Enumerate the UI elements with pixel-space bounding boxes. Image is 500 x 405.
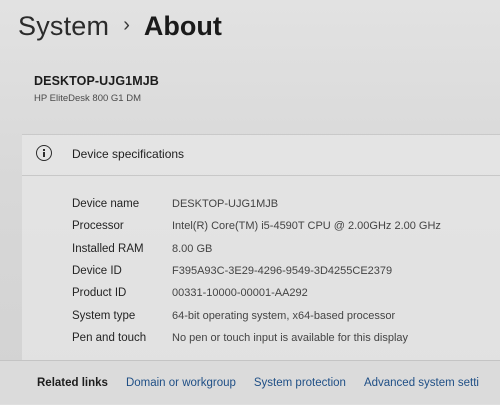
spec-label: Device name <box>72 198 140 211</box>
page-title: About <box>143 10 222 41</box>
device-model-label: HP EliteDesk 800 G1 DM <box>34 93 142 104</box>
spec-label: Pen and touch <box>72 331 147 344</box>
related-links-bar: Related links Domain or workgroup System… <box>0 360 500 405</box>
domain-or-workgroup-link[interactable]: Domain or workgroup <box>126 377 236 389</box>
specifications-table: Device name DESKTOP-UJG1MJB Processor In… <box>72 193 441 349</box>
spec-value: F395A93C-3E29-4296-9549-3D4255CE2379 <box>172 265 393 278</box>
info-icon <box>36 145 52 161</box>
spec-value: Intel(R) Core(TM) i5-4590T CPU @ 2.00GHz… <box>172 220 441 233</box>
about-page: System › About DESKTOP-UJG1MJB HP EliteD… <box>0 0 500 405</box>
spec-row-product-id: Product ID 00331-10000-00001-AA292 <box>72 282 441 304</box>
spec-label: System type <box>72 309 136 322</box>
system-protection-link[interactable]: System protection <box>254 377 346 389</box>
spec-value: DESKTOP-UJG1MJB <box>172 198 279 211</box>
spec-row-system-type: System type 64-bit operating system, x64… <box>72 304 441 326</box>
advanced-system-settings-link[interactable]: Advanced system setti <box>364 377 479 389</box>
related-links-title: Related links <box>37 377 108 389</box>
spec-row-device-id: Device ID F395A93C-3E29-4296-9549-3D4255… <box>72 260 441 282</box>
spec-label: Product ID <box>72 287 127 300</box>
spec-value: 00331-10000-00001-AA292 <box>172 287 308 300</box>
breadcrumb-system[interactable]: System <box>18 11 109 42</box>
device-specifications-panel: Device specifications Device name DESKTO… <box>22 134 500 361</box>
chevron-right-icon: › <box>123 13 130 36</box>
spec-label: Device ID <box>72 265 122 278</box>
spec-value: 64-bit operating system, x64-based proce… <box>172 309 396 322</box>
spec-label: Installed RAM <box>72 242 144 255</box>
spec-row-installed-ram: Installed RAM 8.00 GB <box>72 238 441 260</box>
spec-row-processor: Processor Intel(R) Core(TM) i5-4590T CPU… <box>72 215 441 237</box>
spec-label: Processor <box>72 220 124 233</box>
spec-row-pen-and-touch: Pen and touch No pen or touch input is a… <box>72 327 441 349</box>
spec-value: No pen or touch input is available for t… <box>172 331 409 344</box>
spec-value: 8.00 GB <box>172 242 213 255</box>
breadcrumb: System › About <box>18 6 222 46</box>
device-name-heading: DESKTOP-UJG1MJB <box>34 74 159 88</box>
spec-row-device-name: Device name DESKTOP-UJG1MJB <box>72 193 441 215</box>
device-specifications-header[interactable]: Device specifications <box>22 135 500 176</box>
device-specifications-title: Device specifications <box>72 147 185 161</box>
device-summary: DESKTOP-UJG1MJB HP EliteDesk 800 G1 DM <box>22 62 500 126</box>
